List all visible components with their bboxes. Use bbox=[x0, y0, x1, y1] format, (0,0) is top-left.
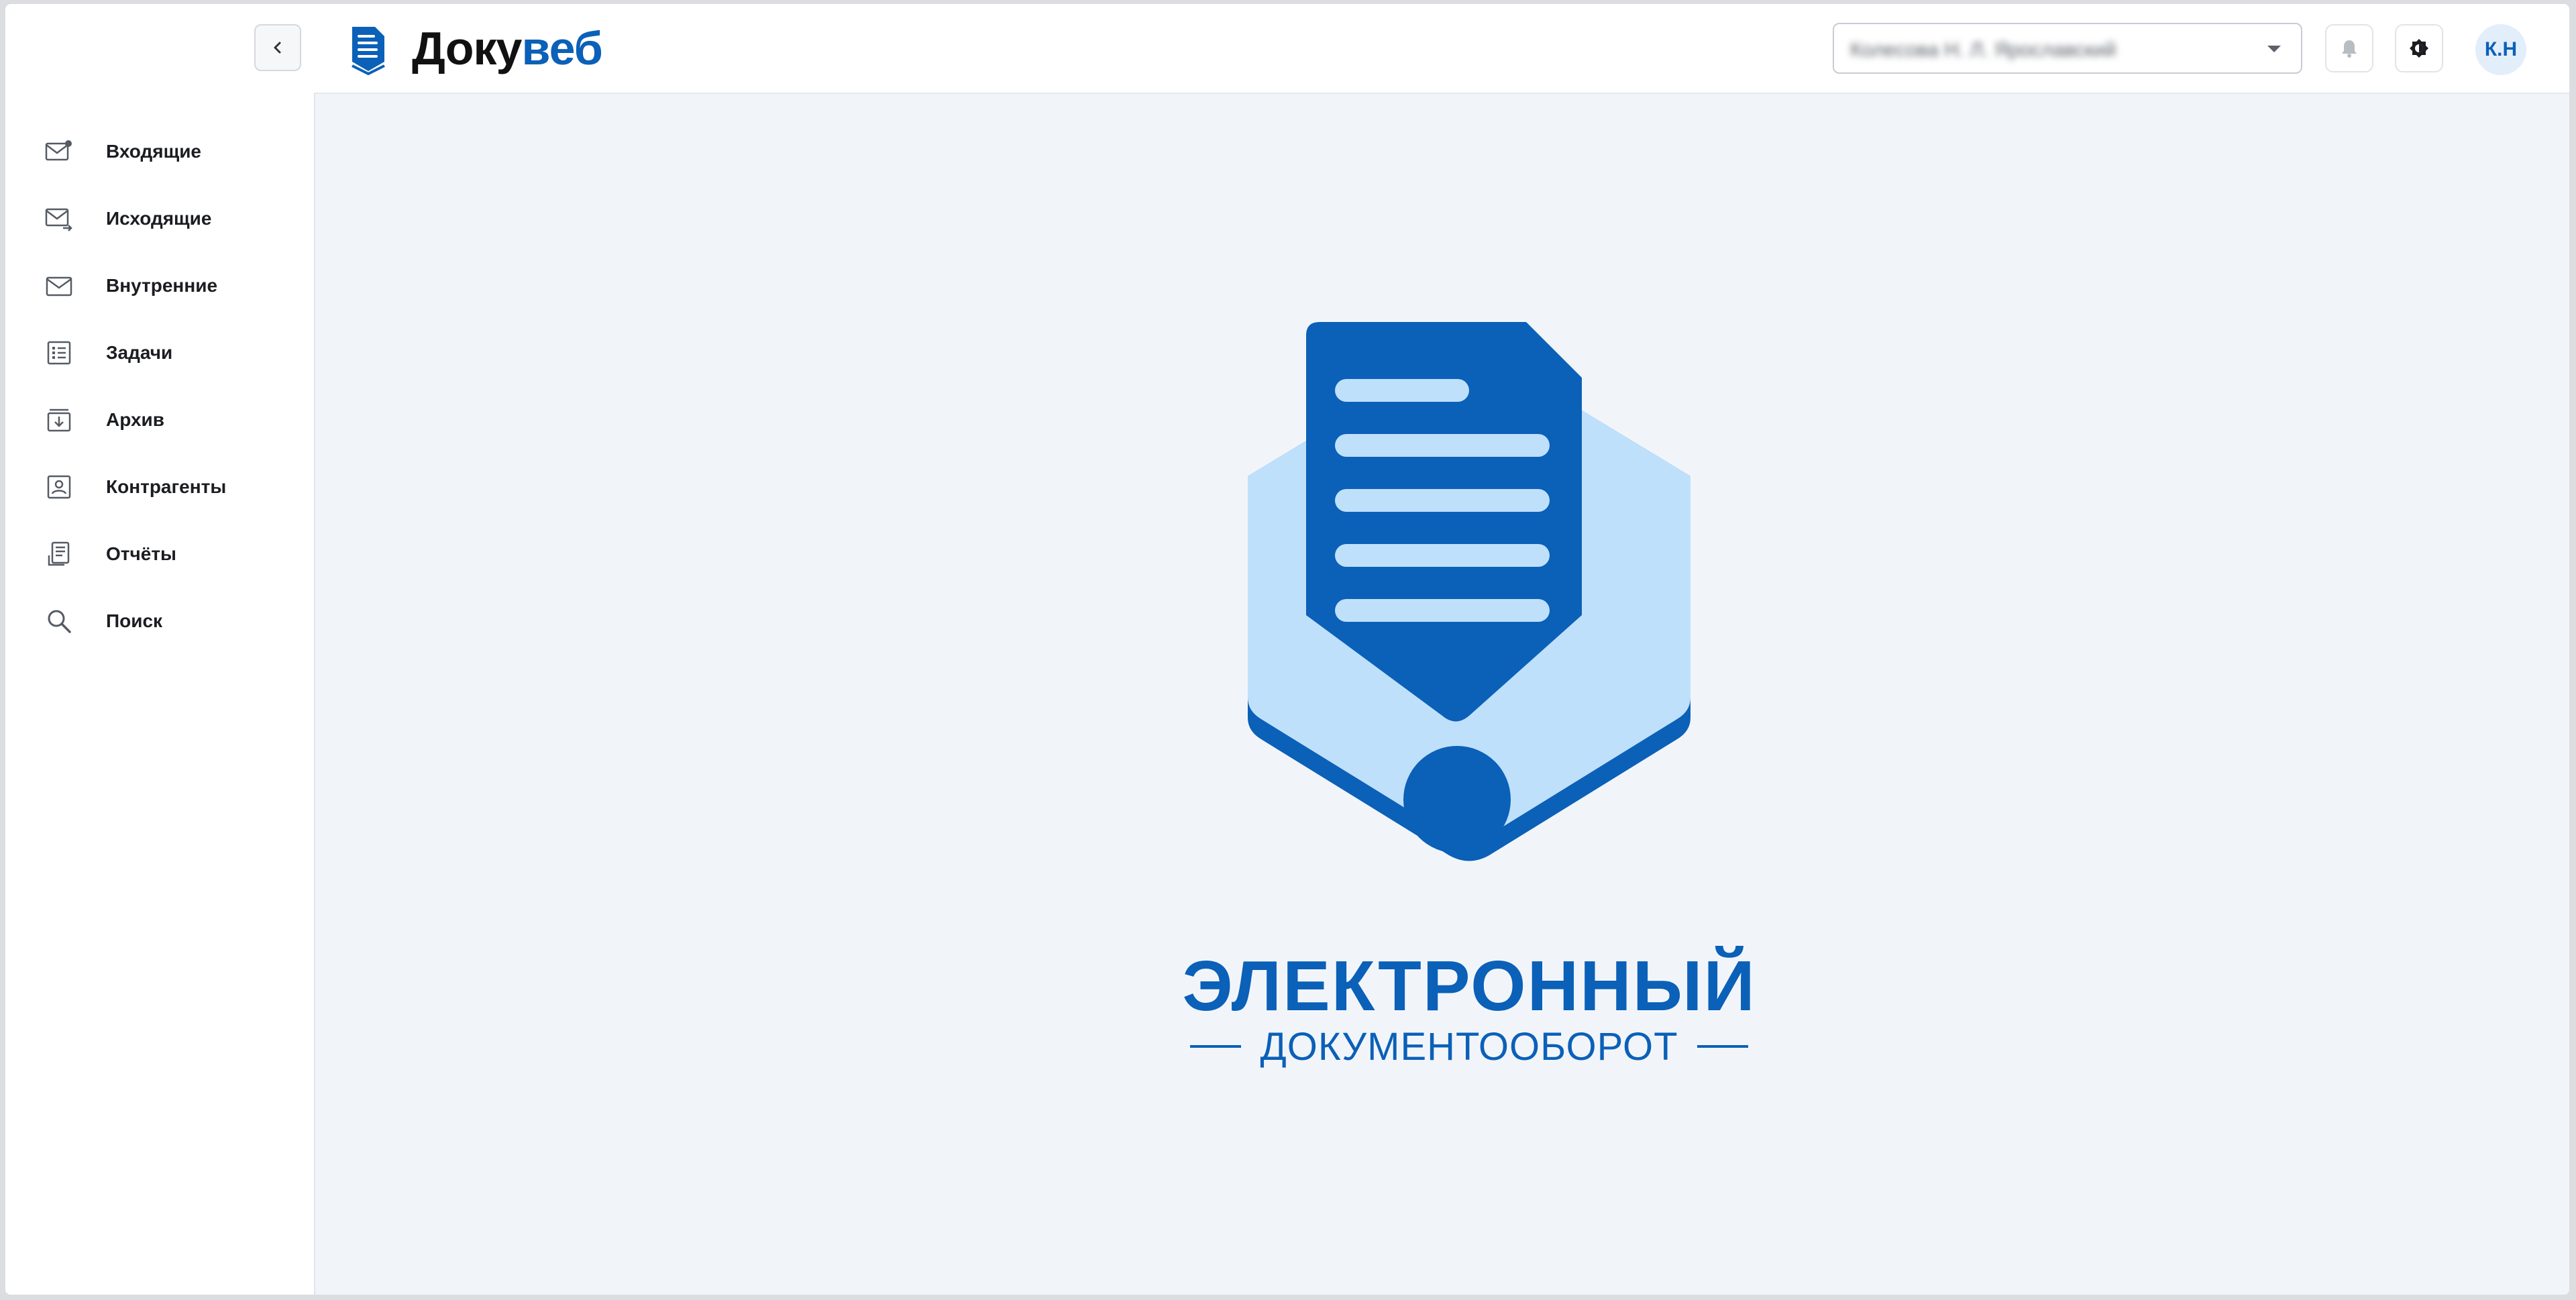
logo-icon bbox=[352, 27, 385, 75]
sidebar-item-tasks[interactable]: Задачи bbox=[5, 319, 314, 386]
brand-name-part2: веб bbox=[521, 22, 602, 74]
divider bbox=[1190, 1045, 1242, 1048]
sidebar-item-reports[interactable]: Отчёты bbox=[5, 521, 314, 588]
notifications-button[interactable] bbox=[2325, 24, 2373, 72]
archive-icon bbox=[43, 404, 75, 436]
sidebar: Входящие Исходящие Внутренние Задачи Арх… bbox=[5, 93, 315, 1295]
hero-subtitle: ДОКУМЕНТООБОРОТ bbox=[1260, 1024, 1678, 1069]
mail-icon bbox=[43, 270, 75, 302]
sidebar-item-label: Поиск bbox=[106, 610, 163, 631]
sidebar-item-label: Архив bbox=[106, 409, 164, 430]
sidebar-item-label: Отчёты bbox=[106, 543, 176, 564]
sidebar-item-inbox[interactable]: Входящие bbox=[5, 118, 314, 185]
top-bar: Доку веб Колесова Н. Л. Ярославский К.Н bbox=[5, 4, 2569, 94]
sidebar-item-label: Входящие bbox=[106, 141, 201, 162]
sidebar-item-search[interactable]: Поиск bbox=[5, 588, 314, 655]
organization-select-value: Колесова Н. Л. Ярославский bbox=[1850, 39, 2116, 61]
main-content: ЭЛЕКТРОННЫЙ ДОКУМЕНТООБОРОТ bbox=[315, 94, 2569, 1295]
document-envelope-illustration-icon bbox=[1248, 322, 1690, 861]
search-icon bbox=[43, 605, 75, 637]
inbox-icon bbox=[43, 136, 75, 168]
hero-subtitle-row: ДОКУМЕНТООБОРОТ bbox=[1187, 1020, 1751, 1073]
brightness-icon bbox=[2410, 39, 2428, 58]
sidebar-item-contractors[interactable]: Контрагенты bbox=[5, 453, 314, 521]
caret-down-icon bbox=[2267, 46, 2281, 52]
outbox-icon bbox=[43, 203, 75, 235]
bell-icon bbox=[2342, 40, 2357, 58]
sidebar-item-label: Задачи bbox=[106, 342, 173, 363]
hero-title: ЭЛЕКТРОННЫЙ bbox=[1182, 946, 1756, 1026]
report-icon bbox=[43, 538, 75, 570]
divider bbox=[1697, 1045, 1748, 1048]
sidebar-item-internal[interactable]: Внутренние bbox=[5, 252, 314, 319]
app-window: Докувеб Колесова Н. Л. Ярославский К.Н bbox=[5, 4, 2569, 1295]
collapse-sidebar-button[interactable] bbox=[254, 24, 301, 71]
sidebar-item-label: Контрагенты bbox=[106, 476, 227, 497]
organization-select[interactable]: Колесова Н. Л. Ярославский bbox=[1833, 23, 2302, 74]
brand-name-part1: Доку bbox=[412, 22, 522, 74]
sidebar-item-outbox[interactable]: Исходящие bbox=[5, 185, 314, 252]
chevron-left-icon bbox=[274, 42, 281, 54]
contact-card-icon bbox=[43, 471, 75, 503]
sidebar-item-archive[interactable]: Архив bbox=[5, 386, 314, 453]
theme-toggle-button[interactable] bbox=[2395, 24, 2443, 72]
sidebar-item-label: Исходящие bbox=[106, 208, 212, 229]
sidebar-item-label: Внутренние bbox=[106, 275, 218, 296]
brand-logo[interactable]: Доку веб bbox=[412, 22, 603, 74]
user-avatar[interactable]: К.Н bbox=[2475, 24, 2526, 75]
task-list-icon bbox=[43, 337, 75, 369]
